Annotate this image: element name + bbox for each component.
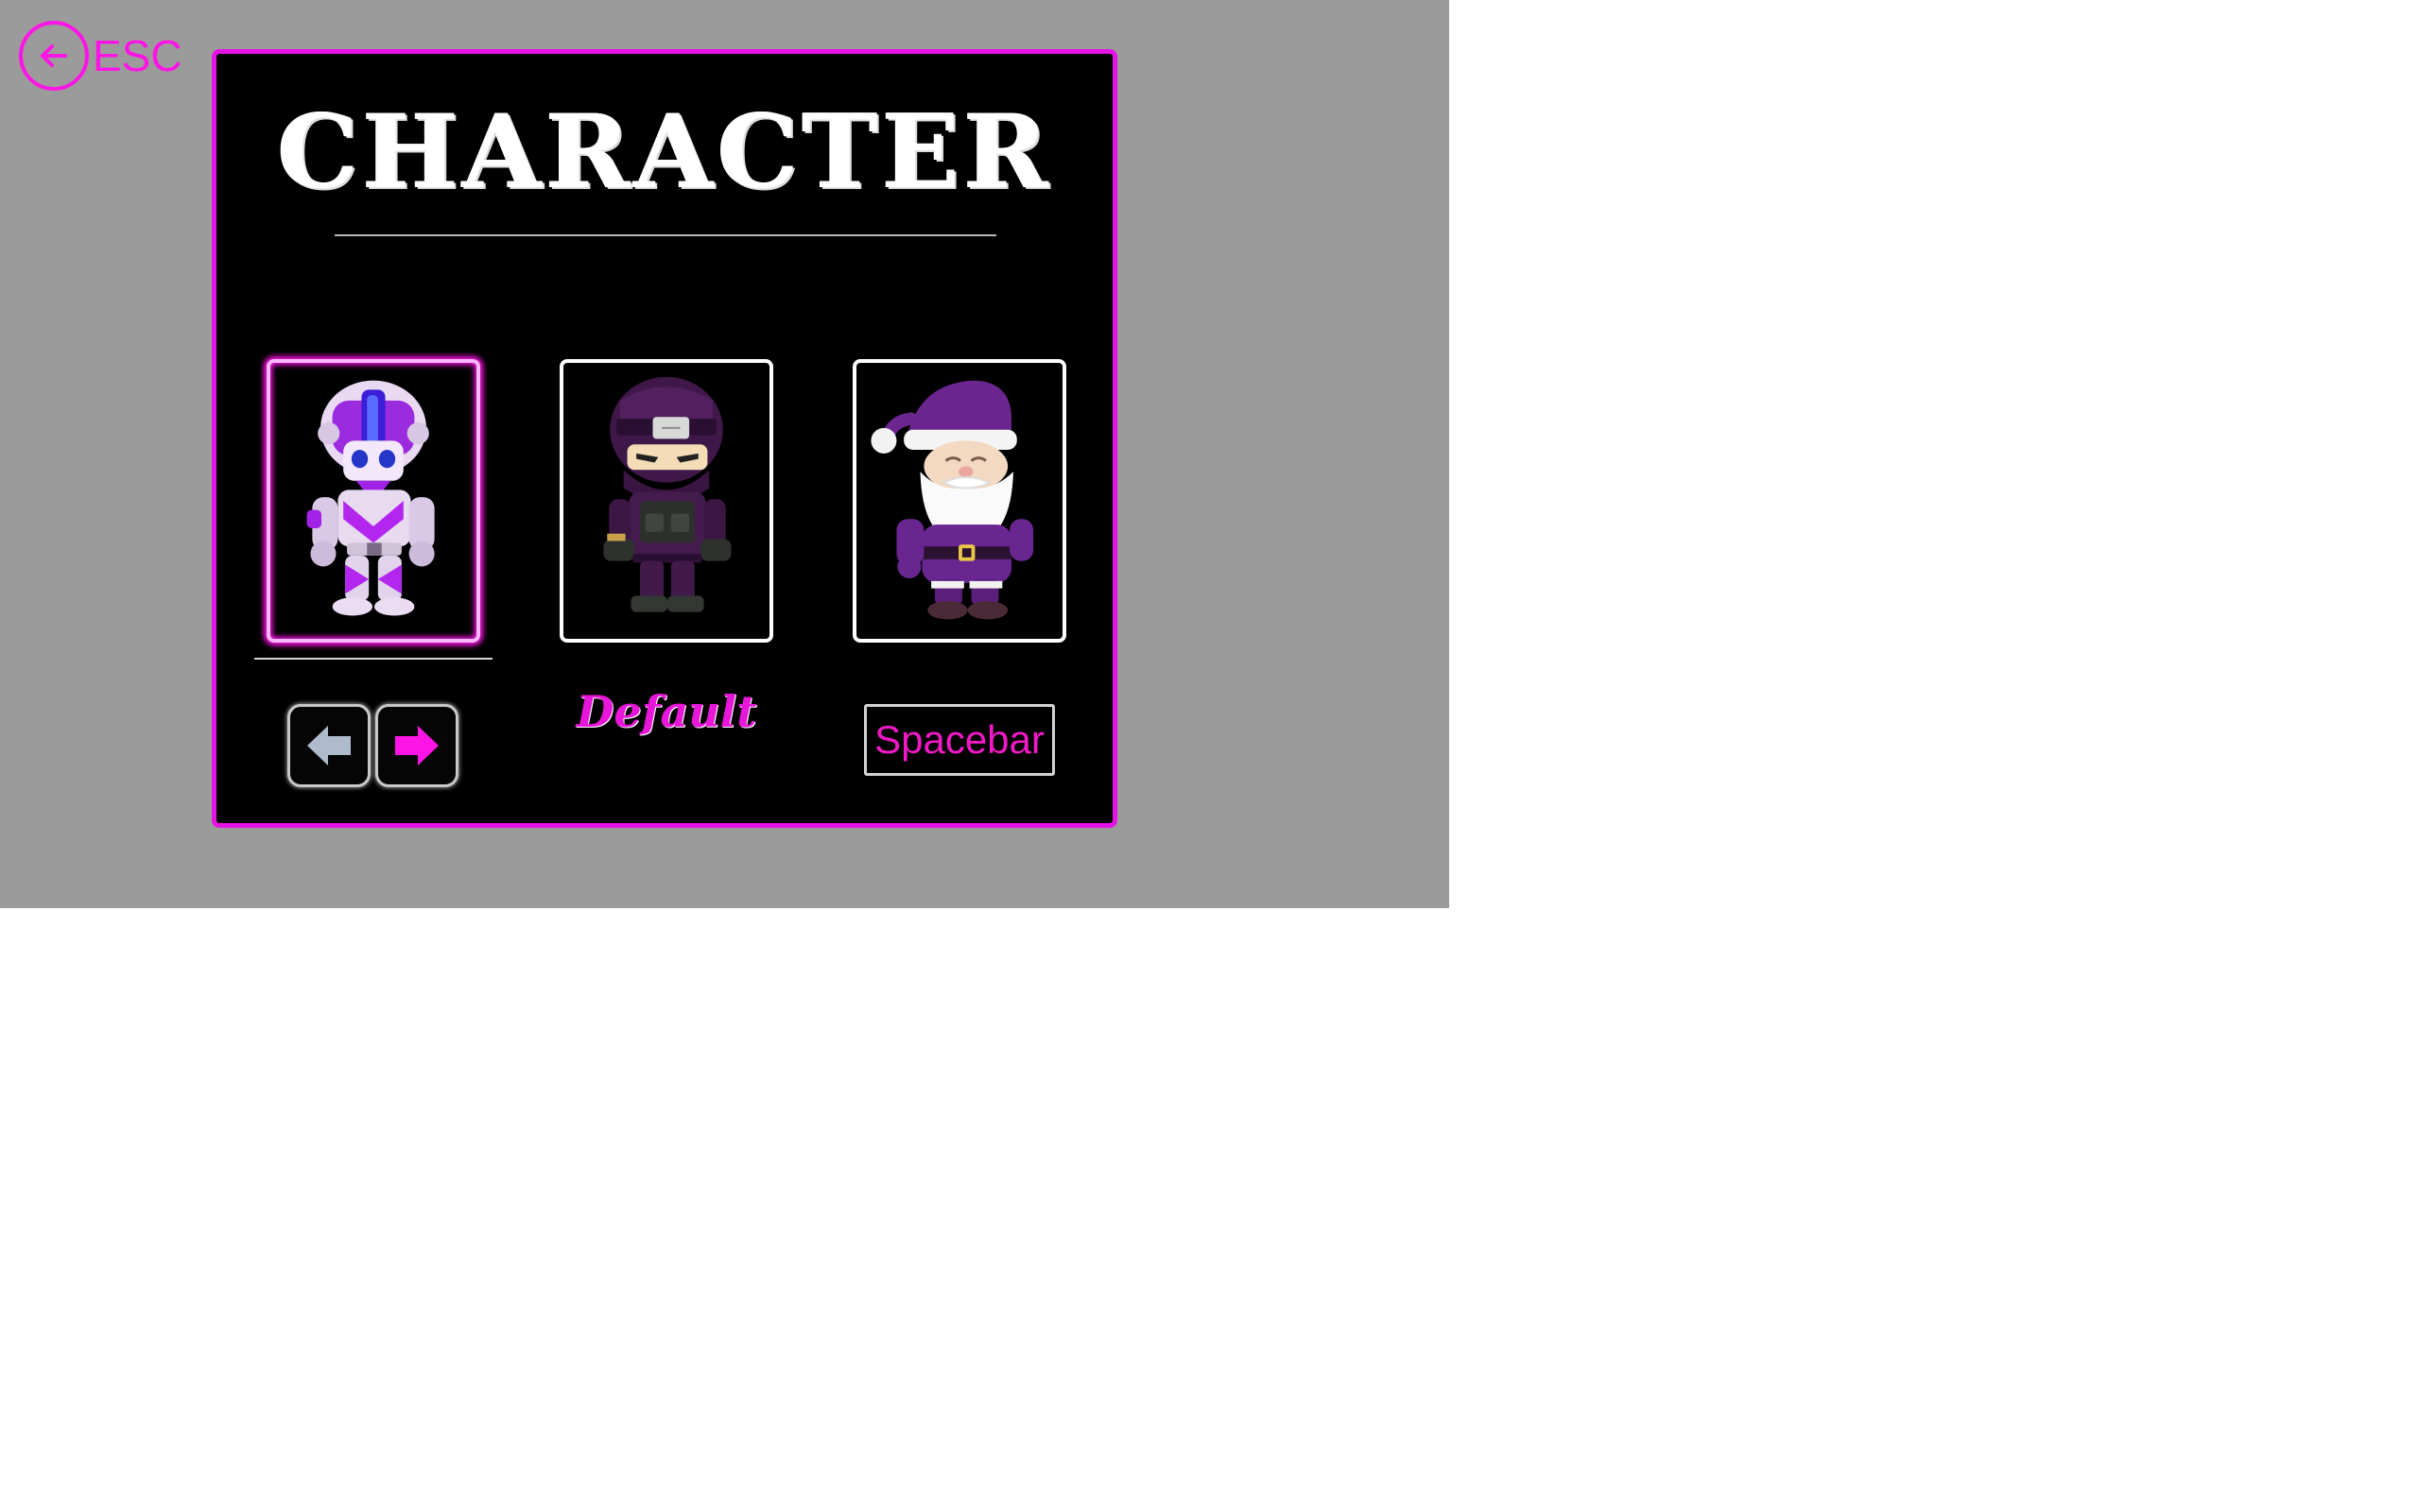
next-character-button[interactable]	[375, 704, 458, 787]
esc-back-button[interactable]: ESC	[19, 17, 182, 94]
back-arrow-icon	[19, 21, 89, 91]
previous-character-button[interactable]	[287, 704, 371, 787]
character-card-ninja[interactable]	[560, 359, 773, 643]
robot-character-icon	[306, 380, 435, 616]
spacebar-button[interactable]: Spacebar	[864, 704, 1055, 776]
screen-title: CHARACTER	[277, 93, 1052, 212]
character-select-panel: CHARACTER Default Spacebar	[212, 49, 1117, 828]
arrow-left-key-icon	[307, 726, 351, 765]
esc-label: ESC	[93, 31, 182, 80]
ninja-character-icon	[603, 376, 732, 612]
default-label: Default	[576, 686, 757, 737]
character-card-santa[interactable]	[853, 359, 1066, 643]
selection-underline	[254, 658, 493, 660]
game-screen: ESC CHARACTER Default Spacebar	[0, 0, 1449, 908]
title-divider	[335, 234, 996, 236]
santa-character-icon	[871, 380, 1034, 620]
character-card-robot[interactable]	[267, 359, 480, 643]
arrow-right-key-icon	[395, 726, 439, 765]
